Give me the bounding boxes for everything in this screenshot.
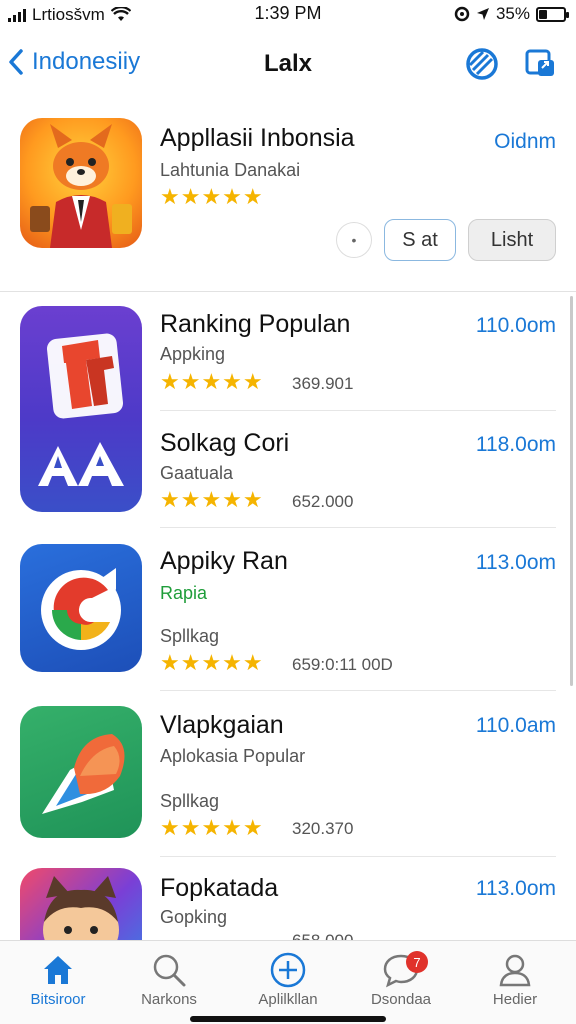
more-button[interactable]: •	[336, 222, 372, 258]
app-price[interactable]: 118.0om	[476, 433, 556, 457]
app-rating-count: 320.370	[292, 819, 354, 838]
row-divider	[160, 856, 556, 857]
row-divider	[160, 527, 556, 528]
battery-icon	[536, 6, 569, 22]
app-rating-stars: ★★★★★	[160, 487, 264, 512]
app-price[interactable]: 113.0om	[476, 551, 556, 575]
app-category: Spllkag	[160, 791, 220, 811]
app-rating-stars: ★★★★★	[160, 650, 264, 675]
tab-bar: Bitsiroor Narkons Aplilkllan 7 Dsondaa H…	[0, 940, 576, 1024]
home-indicator	[190, 1016, 386, 1022]
profile-icon	[499, 954, 531, 987]
location-icon	[476, 8, 489, 20]
notification-badge: 7	[406, 951, 428, 973]
app-name[interactable]: Solkag Cori	[160, 429, 289, 458]
tab-profile[interactable]: Hedier	[460, 949, 570, 1008]
row-divider	[160, 690, 556, 691]
featured-app[interactable]: Appllasii Inbonsia Lahtunia Danakai ★★★★…	[0, 96, 576, 292]
app-subtitle: Gopking	[160, 907, 228, 927]
search-icon	[153, 954, 186, 987]
secondary-button[interactable]: S at	[384, 219, 456, 261]
add-icon	[270, 952, 306, 988]
search-icon[interactable]	[464, 46, 500, 82]
featured-app-rating: ★★★★★	[160, 184, 264, 209]
tab-label: Dsondaa	[370, 991, 432, 1008]
app-name[interactable]: Ranking Populan	[160, 310, 350, 339]
tab-add[interactable]: Aplilkllan	[233, 949, 343, 1008]
app-subtitle: Appking	[160, 344, 226, 364]
tab-home[interactable]: Bitsiroor	[3, 949, 113, 1008]
featured-app-name: Appllasii Inbonsia	[160, 124, 355, 152]
status-bar: Lrtiosšvm 1:39 PM 35%	[0, 0, 576, 30]
app-subtitle: Rapia	[160, 583, 208, 603]
app-rating-count: 652.000	[292, 492, 354, 511]
app-subtitle: Gaatuala	[160, 463, 234, 483]
featured-app-subtitle: Lahtunia Danakai	[160, 160, 301, 180]
app-price[interactable]: 113.0om	[476, 877, 556, 901]
primary-button[interactable]: Lisht	[468, 219, 556, 261]
app-name[interactable]: Appiky Ran	[160, 547, 288, 576]
app-rating-stars: ★★★★★	[160, 815, 264, 840]
featured-app-icon	[20, 118, 142, 248]
tab-label: Hedier	[492, 991, 538, 1008]
tab-chat[interactable]: 7 Dsondaa	[346, 949, 456, 1008]
share-icon[interactable]	[524, 46, 558, 80]
app-price[interactable]: 110.0am	[476, 714, 556, 738]
app-rating-count: 369.901	[292, 374, 354, 393]
scrollbar[interactable]	[570, 296, 573, 686]
row-divider	[160, 410, 556, 411]
alarm-icon	[454, 6, 470, 22]
app-name[interactable]: Fopkatada	[160, 874, 278, 903]
tab-label: Bitsiroor	[30, 991, 86, 1008]
app-name[interactable]: Vlapkgaian	[160, 711, 284, 740]
home-icon	[44, 956, 72, 984]
app-price[interactable]: 110.0om	[476, 314, 556, 338]
app-icon-ranking	[20, 306, 142, 512]
app-category: Spllkag	[160, 626, 220, 646]
navigation-bar: Indonesiiy Lalx	[0, 34, 576, 96]
nav-actions	[464, 46, 558, 82]
tab-label: Aplilkllan	[258, 991, 318, 1008]
tab-search[interactable]: Narkons	[114, 949, 224, 1008]
app-rating-stars: ★★★★★	[160, 369, 264, 394]
app-icon-vlapkgaian	[20, 706, 142, 838]
app-icon-appiky	[20, 544, 142, 672]
tab-label: Narkons	[141, 991, 197, 1008]
app-rating-count: 659:0:11 00D	[292, 655, 393, 674]
featured-app-price[interactable]: Oidnm	[494, 130, 556, 154]
battery-percent: 35%	[495, 4, 530, 23]
status-right: 35%	[454, 4, 569, 24]
app-subtitle: Aplokasia Popular	[160, 746, 306, 766]
